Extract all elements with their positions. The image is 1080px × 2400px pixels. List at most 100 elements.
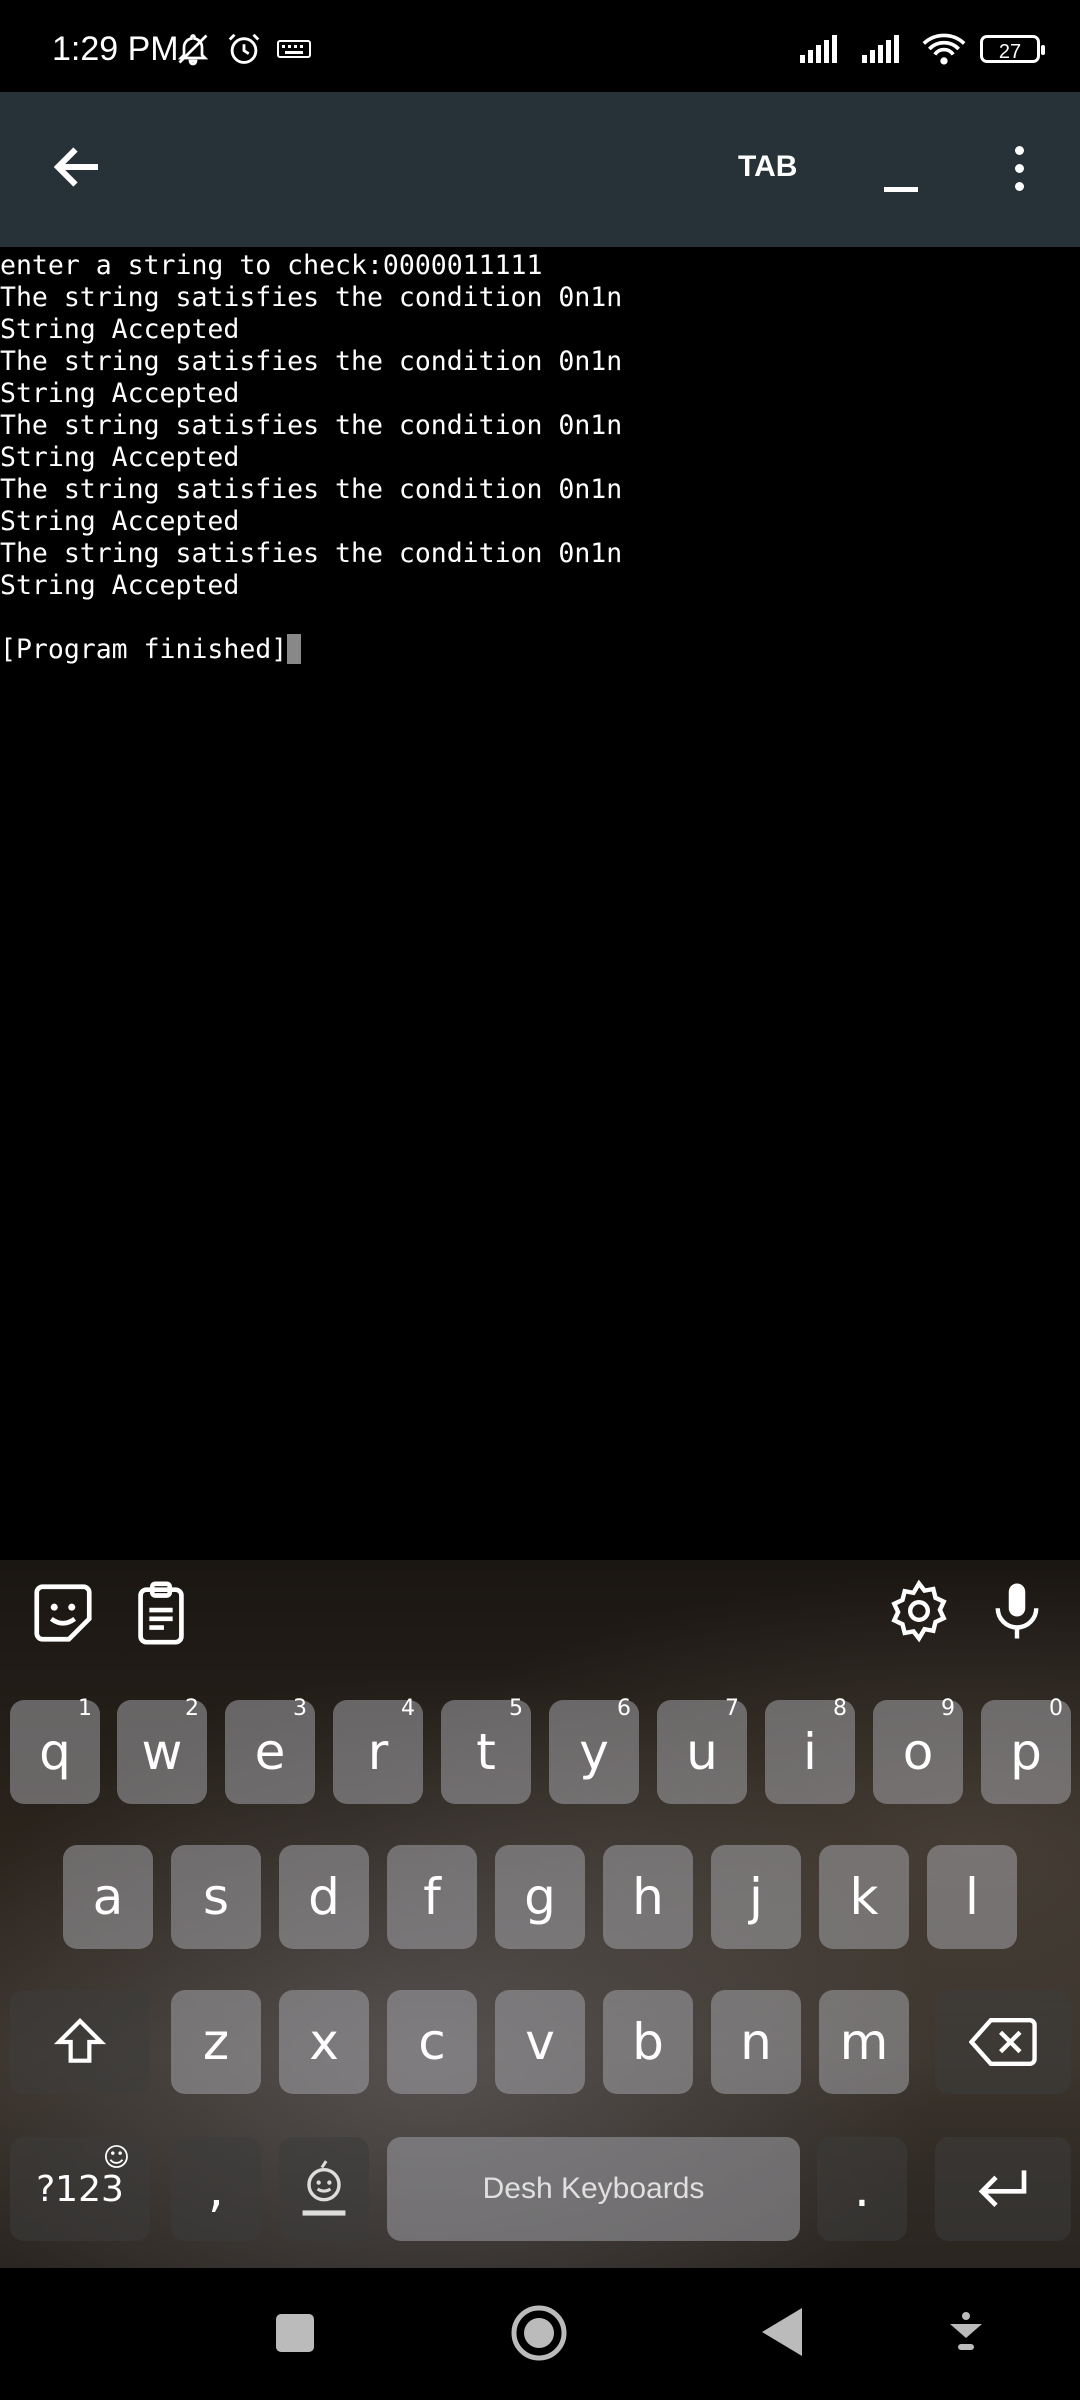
key-o[interactable]: o9 — [873, 1696, 963, 1804]
navigation-bar — [0, 2268, 1080, 2400]
key-label: k — [849, 1868, 879, 1926]
minimize-icon — [884, 187, 918, 192]
keyboard-icon — [277, 40, 311, 58]
tab-button[interactable]: TAB — [738, 150, 797, 184]
app-toolbar: TAB — [0, 92, 1080, 247]
wifi-icon — [922, 33, 966, 65]
signal-icon — [862, 35, 899, 63]
key-q[interactable]: q1 — [10, 1696, 100, 1804]
key-label: l — [965, 1868, 979, 1926]
terminal-line: String Accepted — [0, 570, 240, 601]
shift-key[interactable] — [10, 1990, 150, 2094]
terminal-line: [Program finished] — [0, 634, 288, 665]
key-f[interactable]: f — [387, 1845, 477, 1949]
home-circle-icon[interactable] — [510, 2304, 568, 2362]
key-label: i — [803, 1723, 817, 1781]
key-l[interactable]: l — [927, 1845, 1017, 1949]
key-label: j — [749, 1868, 763, 1926]
more-options-button[interactable] — [1000, 142, 1038, 198]
battery-icon: 27 — [980, 35, 1045, 63]
key-hint: 7 — [725, 1696, 739, 1721]
back-arrow-icon — [53, 147, 98, 187]
key-label: w — [141, 1723, 183, 1781]
key-label: u — [686, 1723, 718, 1781]
key-w[interactable]: w2 — [117, 1696, 207, 1804]
period-key[interactable]: . — [817, 2137, 907, 2241]
key-hint: 5 — [509, 1696, 523, 1721]
key-x[interactable]: x — [279, 1990, 369, 2094]
key-label: f — [423, 1868, 441, 1926]
minimize-button[interactable] — [884, 152, 920, 192]
status-time: 1:29 PM — [52, 30, 179, 68]
key-s[interactable]: s — [171, 1845, 261, 1949]
key-j[interactable]: j — [711, 1845, 801, 1949]
key-z[interactable]: z — [171, 1990, 261, 2094]
theme-key[interactable] — [279, 2137, 369, 2241]
key-u[interactable]: u7 — [657, 1696, 747, 1804]
key-m[interactable]: m — [819, 1990, 909, 2094]
key-label: g — [524, 1868, 556, 1926]
key-label: n — [740, 2013, 772, 2071]
key-v[interactable]: v — [495, 1990, 585, 2094]
recents-square-icon[interactable] — [274, 2312, 316, 2354]
key-label: v — [525, 2013, 555, 2071]
enter-key[interactable] — [935, 2137, 1071, 2241]
key-label: q — [39, 1723, 71, 1781]
key-e[interactable]: e3 — [225, 1696, 315, 1804]
key-label: ?123 — [36, 2168, 124, 2210]
backspace-icon — [969, 2017, 1037, 2067]
key-hint: 1 — [78, 1696, 92, 1721]
comma-key[interactable]: , — [171, 2137, 261, 2241]
status-icons-right: 27 — [798, 32, 1045, 66]
terminal-line: The string satisfies the condition 0n1n — [0, 410, 623, 441]
key-label: z — [202, 2013, 230, 2071]
clipboard-icon — [138, 1581, 184, 1645]
more-dot — [1014, 182, 1024, 191]
key-h[interactable]: h — [603, 1845, 693, 1949]
clipboard-button[interactable] — [126, 1578, 196, 1648]
mic-icon — [995, 1583, 1039, 1639]
key-r[interactable]: r4 — [333, 1696, 423, 1804]
key-label: d — [308, 1868, 340, 1926]
terminal-cursor — [287, 634, 302, 664]
key-hint: 4 — [401, 1696, 415, 1721]
key-label: . — [854, 2160, 870, 2218]
terminal-line: enter a string to check:0000011111 — [0, 250, 543, 281]
status-bar: 1:29 PM 27 — [0, 0, 1080, 92]
key-b[interactable]: b — [603, 1990, 693, 2094]
key-c[interactable]: c — [387, 1990, 477, 2094]
terminal-line: String Accepted — [0, 378, 240, 409]
key-i[interactable]: i8 — [765, 1696, 855, 1804]
key-d[interactable]: d — [279, 1845, 369, 1949]
key-g[interactable]: g — [495, 1845, 585, 1949]
settings-button[interactable] — [886, 1578, 956, 1648]
key-a[interactable]: a — [63, 1845, 153, 1949]
hide-keyboard-icon[interactable] — [948, 2310, 984, 2354]
key-hint: 0 — [1049, 1696, 1063, 1721]
key-label: r — [367, 1723, 389, 1781]
terminal-output[interactable]: enter a string to check:0000011111 The st… — [0, 250, 1080, 1560]
key-label: c — [418, 2013, 446, 2071]
key-hint: 8 — [833, 1696, 847, 1721]
terminal-last-line: [Program finished] — [0, 634, 1080, 666]
terminal-line: ​ — [0, 602, 1080, 634]
terminal-line: The string satisfies the condition 0n1n — [0, 346, 623, 377]
mic-button[interactable] — [984, 1578, 1054, 1648]
key-label: x — [309, 2013, 339, 2071]
back-triangle-icon[interactable] — [760, 2306, 804, 2358]
space-bar[interactable]: Desh Keyboards — [387, 2137, 800, 2241]
key-n[interactable]: n — [711, 1990, 801, 2094]
key-label: m — [839, 2013, 889, 2071]
status-icons-left — [175, 30, 311, 68]
key-label: o — [902, 1723, 934, 1781]
key-t[interactable]: t5 — [441, 1696, 531, 1804]
symbols-key[interactable]: ?123 ☺ — [10, 2137, 150, 2241]
key-y[interactable]: y6 — [549, 1696, 639, 1804]
key-p[interactable]: p0 — [981, 1696, 1071, 1804]
backspace-key[interactable] — [935, 1990, 1071, 2094]
key-hint: 6 — [617, 1696, 631, 1721]
terminal-line: String Accepted — [0, 314, 240, 345]
sticker-button[interactable] — [28, 1578, 98, 1648]
back-button[interactable] — [48, 137, 108, 197]
key-k[interactable]: k — [819, 1845, 909, 1949]
